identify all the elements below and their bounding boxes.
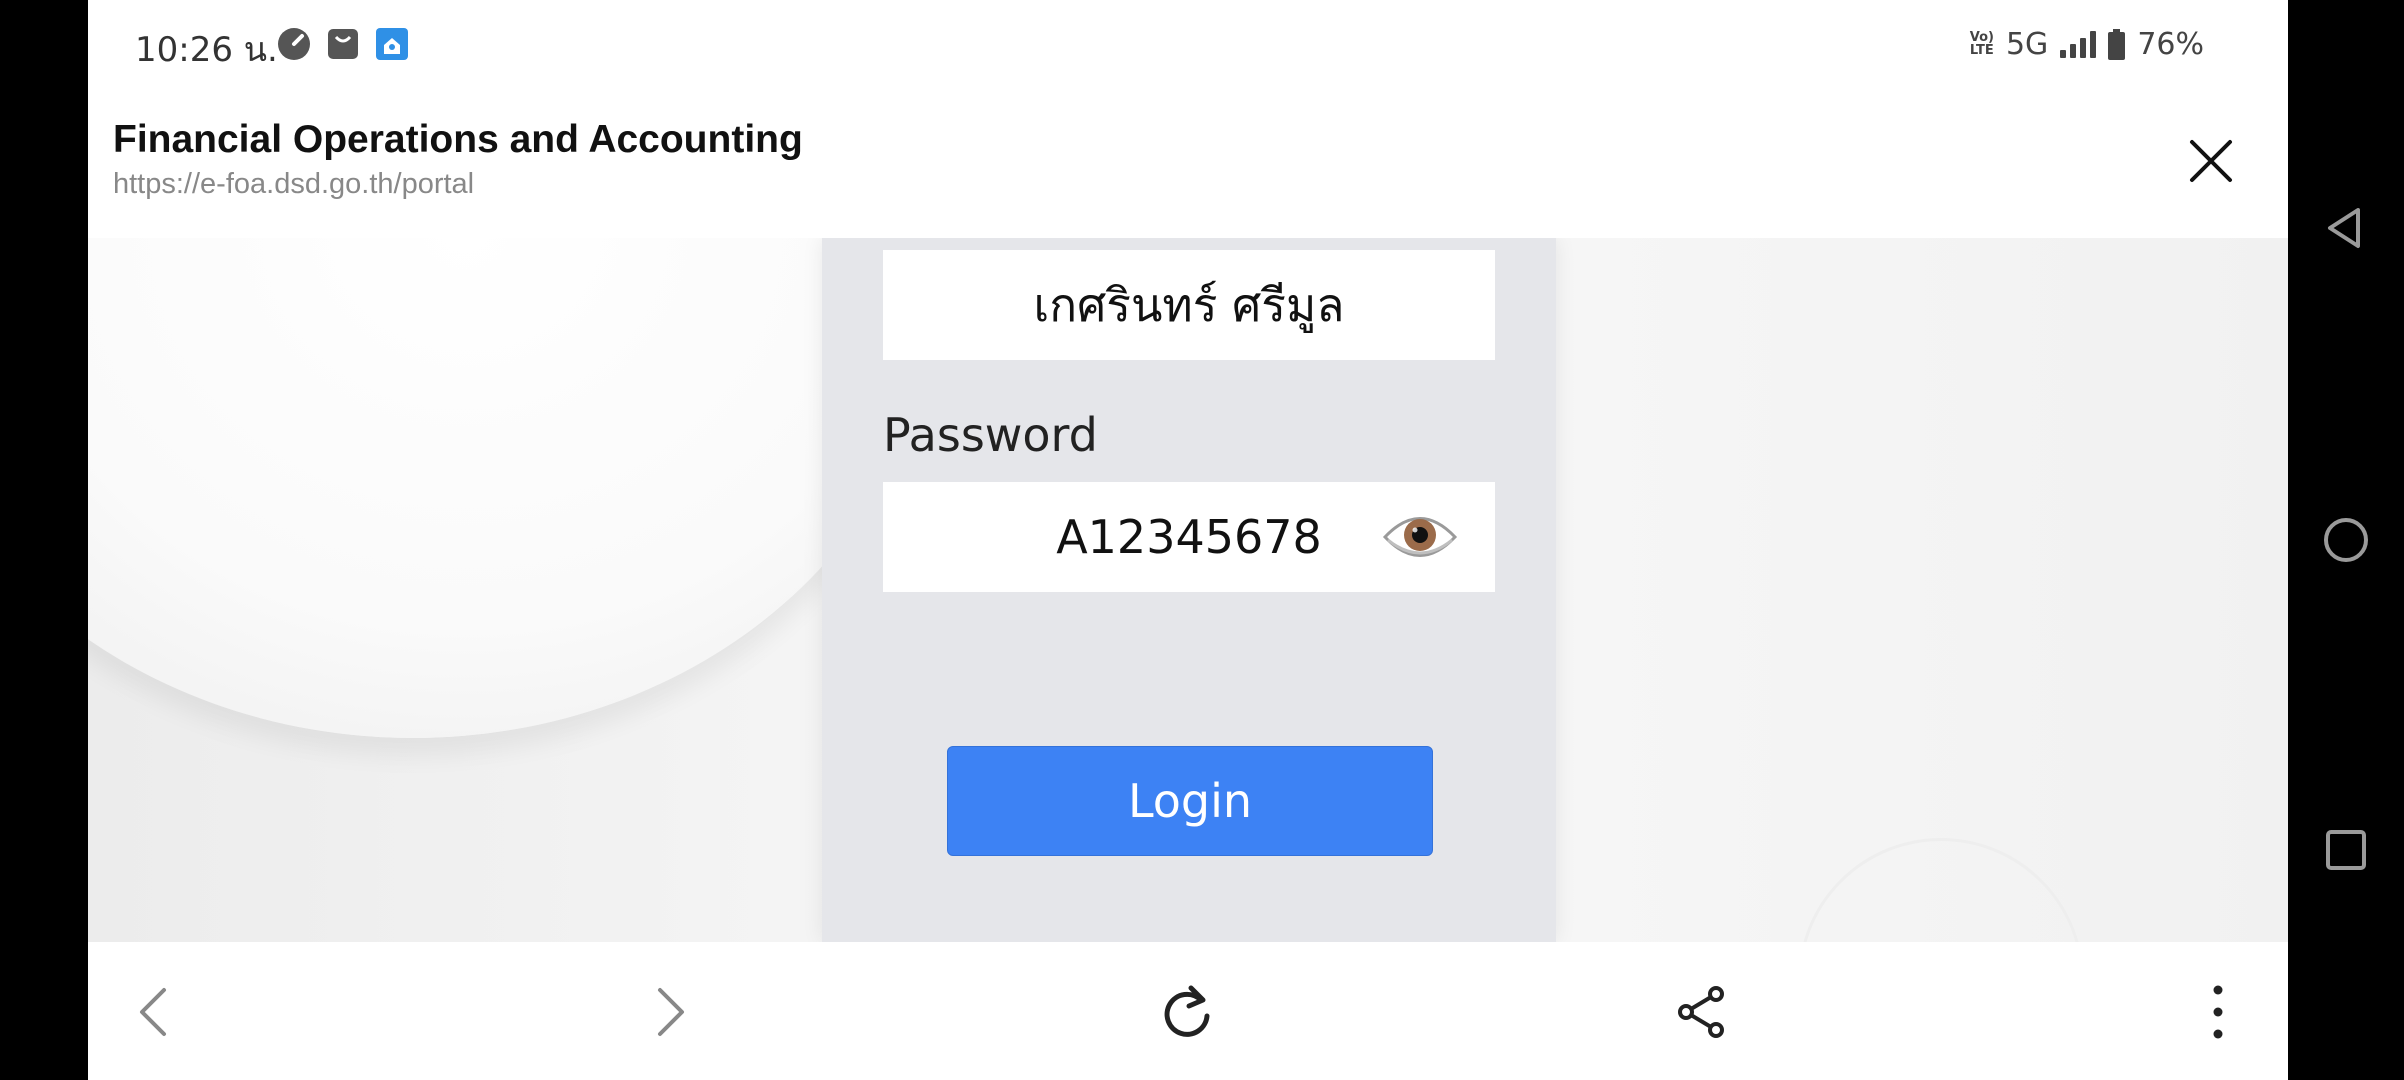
- background-circle: [1798, 838, 2084, 942]
- close-icon[interactable]: [2186, 136, 2236, 186]
- password-label: Password: [883, 408, 1098, 462]
- browser-screen: 10:26 น. Vo) LTE 5G 76% Financial Operati…: [88, 0, 2288, 1080]
- network-type: 5G: [2005, 26, 2049, 62]
- reload-icon[interactable]: [1157, 982, 1217, 1042]
- volte-icon: Vo) LTE: [1969, 30, 1994, 58]
- bottom-toolbar: [88, 942, 2288, 1080]
- more-icon[interactable]: [2188, 982, 2248, 1042]
- web-content: เกศรินทร์ ศรีมูล Password A12345678 Logi…: [88, 238, 2288, 942]
- system-nav-bar: [2288, 0, 2404, 1080]
- custom-tab-header: Financial Operations and Accounting http…: [88, 88, 2288, 238]
- page-url[interactable]: https://e-foa.dsd.go.th/portal: [113, 168, 474, 201]
- status-right: Vo) LTE 5G 76%: [1970, 22, 2204, 66]
- login-panel: เกศรินทร์ ศรีมูล Password A12345678 Logi…: [822, 238, 1556, 942]
- share-icon[interactable]: [1672, 982, 1732, 1042]
- page-title: Financial Operations and Accounting: [113, 118, 803, 161]
- status-time: 10:26 น.: [135, 30, 278, 70]
- speedometer-icon: [277, 27, 311, 61]
- nav-recents-icon[interactable]: [2318, 822, 2374, 878]
- password-field[interactable]: A12345678: [883, 482, 1495, 592]
- battery-icon: [2108, 28, 2126, 60]
- status-bar: 10:26 น. Vo) LTE 5G 76%: [88, 0, 2288, 88]
- password-value: A12345678: [1056, 510, 1322, 564]
- nav-back-icon[interactable]: [2318, 200, 2374, 256]
- background-decoration: [88, 238, 938, 738]
- eye-icon[interactable]: [1382, 504, 1458, 570]
- username-value: เกศรินทร์ ศรีมูล: [1033, 277, 1345, 332]
- shopping-bag-icon: [326, 27, 360, 61]
- forward-icon[interactable]: [638, 982, 698, 1042]
- battery-percent: 76%: [2137, 26, 2204, 62]
- nav-home-icon[interactable]: [2318, 512, 2374, 568]
- signal-icon: [2060, 30, 2097, 58]
- username-field[interactable]: เกศรินทร์ ศรีมูล: [883, 250, 1495, 360]
- login-button[interactable]: Login: [947, 746, 1433, 856]
- house-app-icon: [375, 27, 409, 61]
- back-icon[interactable]: [126, 982, 186, 1042]
